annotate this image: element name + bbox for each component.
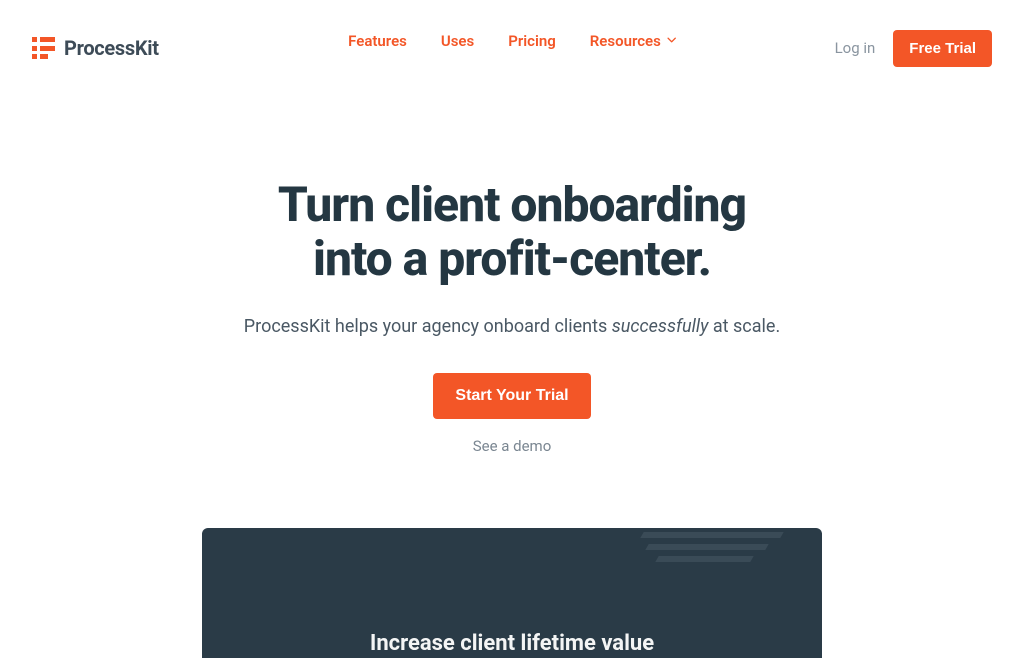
hero-subtitle-pre: ProcessKit helps your agency onboard cli… <box>244 316 612 337</box>
logo-icon <box>32 37 56 59</box>
hero-title: Turn client onboarding into a profit-cen… <box>40 178 984 286</box>
hero-subtitle: ProcessKit helps your agency onboard cli… <box>40 316 984 337</box>
nav-features[interactable]: Features <box>348 32 407 50</box>
chevron-down-icon <box>667 37 676 46</box>
hero-section: Turn client onboarding into a profit-cen… <box>0 178 1024 455</box>
start-trial-button[interactable]: Start Your Trial <box>433 373 590 419</box>
nav-uses[interactable]: Uses <box>441 32 474 50</box>
site-header: ProcessKit Features Uses Pricing Resourc… <box>0 0 1024 70</box>
see-demo-link[interactable]: See a demo <box>473 437 552 455</box>
decorative-stripes <box>602 528 782 568</box>
nav-resources-label: Resources <box>590 32 661 50</box>
hero-subtitle-post: at scale. <box>708 316 780 337</box>
hero-title-line2: into a profit-center. <box>313 230 711 287</box>
login-link[interactable]: Log in <box>835 39 876 57</box>
nav-pricing[interactable]: Pricing <box>508 32 556 50</box>
header-actions: Log in Free Trial <box>835 30 992 67</box>
panel-heading: Increase client lifetime value <box>370 631 654 656</box>
hero-title-line1: Turn client onboarding <box>278 176 746 233</box>
brand-name: ProcessKit <box>64 36 159 60</box>
free-trial-button[interactable]: Free Trial <box>893 30 992 67</box>
primary-nav: Features Uses Pricing Resources <box>348 32 676 50</box>
brand-logo[interactable]: ProcessKit <box>32 36 159 60</box>
hero-cta-group: Start Your Trial See a demo <box>40 373 984 455</box>
nav-resources[interactable]: Resources <box>590 32 676 50</box>
feature-panel: Increase client lifetime value <box>202 528 822 658</box>
hero-subtitle-emphasis: successfully <box>612 316 709 337</box>
